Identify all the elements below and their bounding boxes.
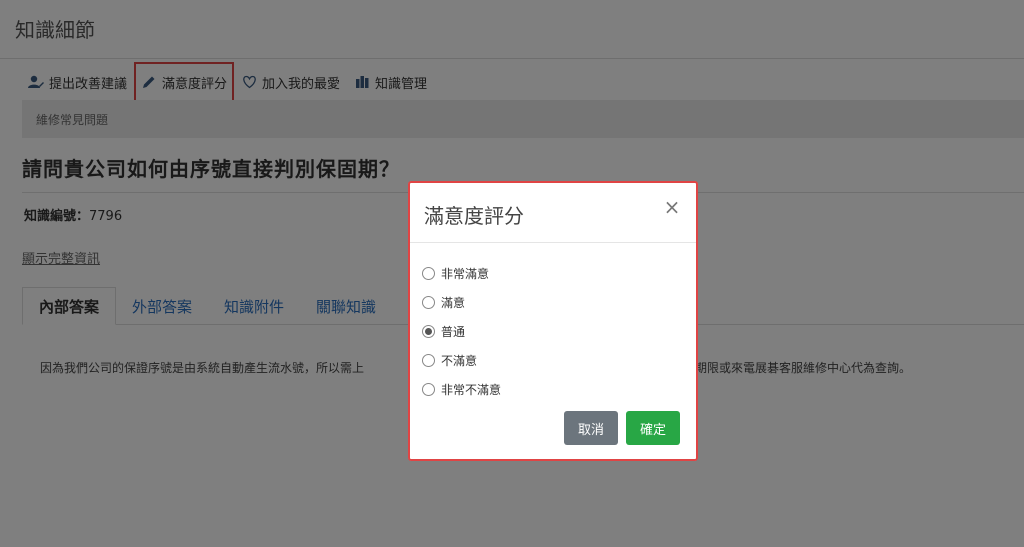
rating-option-satisfied[interactable]: 滿意 bbox=[422, 288, 501, 317]
rating-option-very-satisfied[interactable]: 非常滿意 bbox=[422, 259, 501, 288]
confirm-button[interactable]: 確定 bbox=[626, 411, 680, 445]
radio-button[interactable] bbox=[422, 383, 435, 396]
modal-divider bbox=[410, 242, 696, 243]
radio-button-checked[interactable] bbox=[422, 325, 435, 338]
rating-option-very-dissatisfied[interactable]: 非常不滿意 bbox=[422, 375, 501, 404]
radio-button[interactable] bbox=[422, 267, 435, 280]
radio-button[interactable] bbox=[422, 296, 435, 309]
rating-option-label: 普通 bbox=[441, 325, 466, 339]
rating-options: 非常滿意 滿意 普通 不滿意 非常不滿意 bbox=[422, 259, 501, 404]
rating-option-label: 非常滿意 bbox=[441, 267, 490, 281]
modal-title: 滿意度評分 bbox=[424, 204, 524, 228]
rating-option-dissatisfied[interactable]: 不滿意 bbox=[422, 346, 501, 375]
rating-option-label: 不滿意 bbox=[441, 354, 478, 368]
close-icon[interactable]: × bbox=[660, 195, 684, 219]
cancel-button[interactable]: 取消 bbox=[564, 411, 618, 445]
rating-option-neutral[interactable]: 普通 bbox=[422, 317, 501, 346]
rating-option-label: 滿意 bbox=[441, 296, 466, 310]
rating-option-label: 非常不滿意 bbox=[441, 383, 502, 397]
radio-button[interactable] bbox=[422, 354, 435, 367]
satisfaction-modal: 滿意度評分 × 非常滿意 滿意 普通 不滿意 非常不滿意 取消 確定 bbox=[408, 181, 698, 461]
